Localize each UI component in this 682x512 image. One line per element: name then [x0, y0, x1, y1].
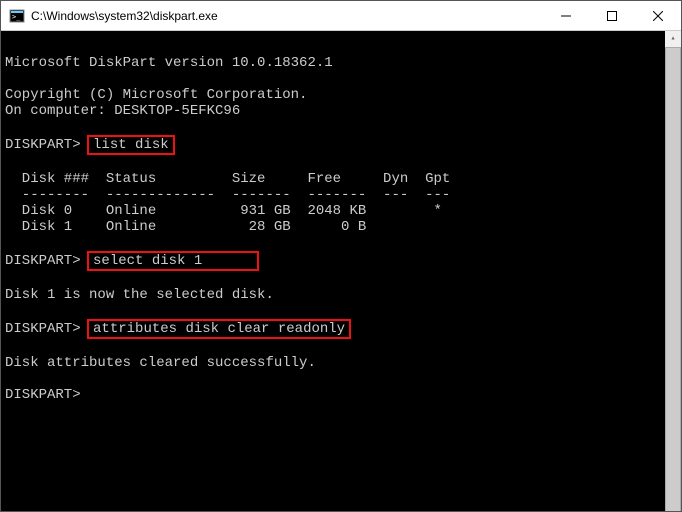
prompt: DISKPART> — [5, 321, 81, 337]
select-result: Disk 1 is now the selected disk. — [5, 287, 677, 303]
table-divider: -------- ------------- ------- ------- -… — [5, 187, 677, 203]
highlight-select-disk: select disk 1 — [87, 251, 259, 271]
computer-line: On computer: DESKTOP-5EFKC96 — [5, 103, 677, 119]
console-window: >_ C:\Windows\system32\diskpart.exe Micr… — [0, 0, 682, 512]
window-controls — [543, 1, 681, 30]
prompt: DISKPART> — [5, 137, 81, 153]
vertical-scrollbar[interactable]: ▴ — [665, 31, 681, 511]
cmd-attributes: attributes disk clear readonly — [93, 321, 345, 337]
copyright-line: Copyright (C) Microsoft Corporation. — [5, 87, 677, 103]
cmd-list-disk: list disk — [93, 137, 169, 153]
prompt: DISKPART> — [5, 387, 81, 403]
highlight-attributes: attributes disk clear readonly — [87, 319, 351, 339]
svg-text:>_: >_ — [12, 13, 21, 21]
attributes-result: Disk attributes cleared successfully. — [5, 355, 677, 371]
close-button[interactable] — [635, 1, 681, 30]
app-icon: >_ — [9, 8, 25, 24]
terminal-area[interactable]: Microsoft DiskPart version 10.0.18362.1 C… — [1, 31, 681, 511]
table-row: Disk 0 Online 931 GB 2048 KB * — [5, 203, 677, 219]
terminal-content: Microsoft DiskPart version 10.0.18362.1 C… — [5, 39, 677, 403]
highlight-list-disk: list disk — [87, 135, 175, 155]
table-row: Disk 1 Online 28 GB 0 B — [5, 219, 677, 235]
maximize-button[interactable] — [589, 1, 635, 30]
scroll-up-arrow[interactable]: ▴ — [665, 31, 681, 47]
window-title: C:\Windows\system32\diskpart.exe — [31, 9, 543, 23]
cmd-select-disk: select disk 1 — [93, 253, 202, 269]
titlebar[interactable]: >_ C:\Windows\system32\diskpart.exe — [1, 1, 681, 31]
version-line: Microsoft DiskPart version 10.0.18362.1 — [5, 55, 677, 71]
scroll-thumb[interactable] — [665, 47, 681, 511]
minimize-button[interactable] — [543, 1, 589, 30]
table-header: Disk ### Status Size Free Dyn Gpt — [5, 171, 677, 187]
prompt: DISKPART> — [5, 253, 81, 269]
